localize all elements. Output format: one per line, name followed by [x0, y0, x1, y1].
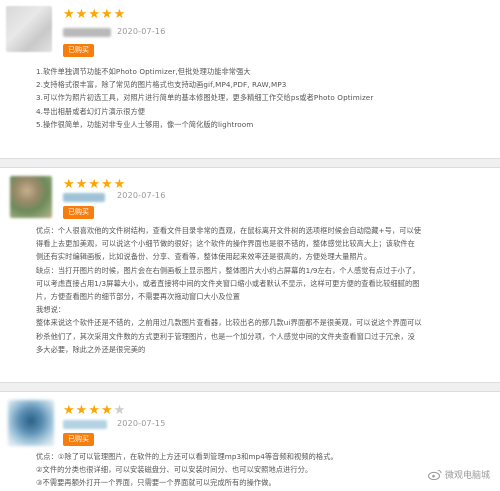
review-3: ★ ★ ★ ★ ★ 2020-07-15 已购买 优点：①除了可以管理图片，在软件的上方…: [0, 392, 500, 491]
purchased-badge: 已购买: [63, 433, 94, 446]
review-line: 得看上去更加美观，可以说这个小细节做的很好；这个软件的操作界面也是很不错的，整体…: [36, 239, 415, 249]
star-rating: ★ ★ ★ ★ ★: [63, 8, 125, 21]
review-body: 1.软件单独调节功能不如Photo Optimizer,但批处理功能非常强大 2…: [36, 65, 373, 131]
review-line: 1.软件单独调节功能不如Photo Optimizer,但批处理功能非常强大: [36, 67, 251, 76]
review-line: 4.导出相册或者幻灯片演示很方便: [36, 106, 146, 116]
review-date: 2020-07-15: [117, 419, 166, 428]
review-line: 优点：①除了可以管理图片，在软件的上方还可以看到管理mp3和mp4等音频和视频的…: [36, 452, 338, 461]
purchased-badge: 已购买: [63, 44, 94, 57]
star-rating: ★ ★ ★ ★ ★: [63, 178, 125, 191]
avatar[interactable]: [8, 400, 54, 446]
review-line: 2.支持格式很丰富，除了常见的图片格式也支持动画gif,MP4,PDF, RAW…: [36, 80, 287, 90]
username[interactable]: [63, 193, 105, 202]
star-filled-icon: ★: [75, 177, 88, 192]
review-body: 优点：个人很喜欢他的文件树结构，查看文件目录非常的直观，在鼠标离开文件树的选项框…: [36, 224, 422, 356]
star-empty-icon: ★: [113, 403, 126, 418]
star-rating: ★ ★ ★ ★ ★: [63, 404, 125, 417]
star-filled-icon: ★: [100, 177, 113, 192]
review-body: 优点：①除了可以管理图片，在软件的上方还可以看到管理mp3和mp4等音频和视频的…: [36, 450, 338, 490]
review-line: 缺点：当打开图片的时候，图片会在右侧画板上显示图片，整体图片大小约占屏幕的1/9…: [36, 265, 420, 275]
username[interactable]: [63, 420, 107, 429]
purchased-badge: 已购买: [63, 206, 94, 219]
review-line: 我想说：: [36, 305, 66, 315]
star-filled-icon: ★: [88, 177, 100, 192]
review-line: 秒杀他们了，其次采用文件数的方式更利于管理图片，也是一个加分项，个人感觉中间的文…: [36, 331, 415, 341]
review-divider: [0, 382, 500, 392]
star-filled-icon: ★: [88, 7, 100, 22]
review-line: 整体来说这个软件还是不错的，之前用过几款图片查看器，比较出名的那几款ui界面都不…: [36, 318, 422, 328]
review-date: 2020-07-16: [117, 191, 166, 200]
star-filled-icon: ★: [63, 177, 75, 192]
watermark: 微观电脑城: [427, 468, 490, 481]
review-line: 可以考虑直接占用1/3屏幕大小，或者直接将中间的文件夹窗口缩小或者默认不显示，这…: [36, 278, 420, 288]
star-filled-icon: ★: [100, 7, 113, 22]
star-filled-icon: ★: [113, 7, 126, 22]
star-filled-icon: ★: [88, 403, 100, 418]
weibo-icon: [427, 469, 442, 480]
review-line: 优点：个人很喜欢他的文件树结构，查看文件目录非常的直观，在鼠标离开文件树的选项框…: [36, 226, 422, 235]
review-2: ★ ★ ★ ★ ★ 2020-07-16 已购买 优点：个人很喜欢他的文件树结构，查看文…: [0, 168, 500, 382]
username[interactable]: [63, 28, 111, 37]
star-filled-icon: ★: [75, 7, 88, 22]
review-page: ★ ★ ★ ★ ★ 2020-07-16 已购买 1.软件单独调节功能不如Photo O…: [0, 0, 500, 491]
star-filled-icon: ★: [75, 403, 88, 418]
review-line: 片，方便查看图片的细节部分，不需要再次拖动窗口大小及位置: [36, 292, 241, 302]
star-filled-icon: ★: [63, 403, 75, 418]
review-line: 侧还有实时编辑画板，比如说备份、分享、查看等，整体使用起来效率还是很高的，方便处…: [36, 252, 372, 262]
review-line: ②文件的分类也很详细，可以安装磁盘分、可以安装时间分、也可以安照地点进行分。: [36, 465, 313, 475]
avatar[interactable]: [6, 6, 52, 52]
review-divider: [0, 158, 500, 168]
review-date: 2020-07-16: [117, 27, 166, 36]
star-filled-icon: ★: [100, 403, 113, 418]
review-1: ★ ★ ★ ★ ★ 2020-07-16 已购买 1.软件单独调节功能不如Photo O…: [0, 0, 500, 158]
review-line: 5.操作很简单，功能对非专业人士够用，像一个简化版的lightroom: [36, 119, 254, 129]
review-line: 3.可以作为照片初选工具，对照片进行简单的基本修图处理，更多精细工作交给ps或者…: [36, 93, 374, 103]
star-filled-icon: ★: [63, 7, 75, 22]
review-line: 多大必要，除此之外还是很完美的: [36, 344, 146, 354]
review-line: ③不需要再额外打开一个界面，只需要一个界面就可以完成所有的操作做。: [36, 478, 276, 488]
watermark-text: 微观电脑城: [444, 471, 490, 481]
star-filled-icon: ★: [113, 177, 126, 192]
avatar[interactable]: [10, 176, 52, 218]
